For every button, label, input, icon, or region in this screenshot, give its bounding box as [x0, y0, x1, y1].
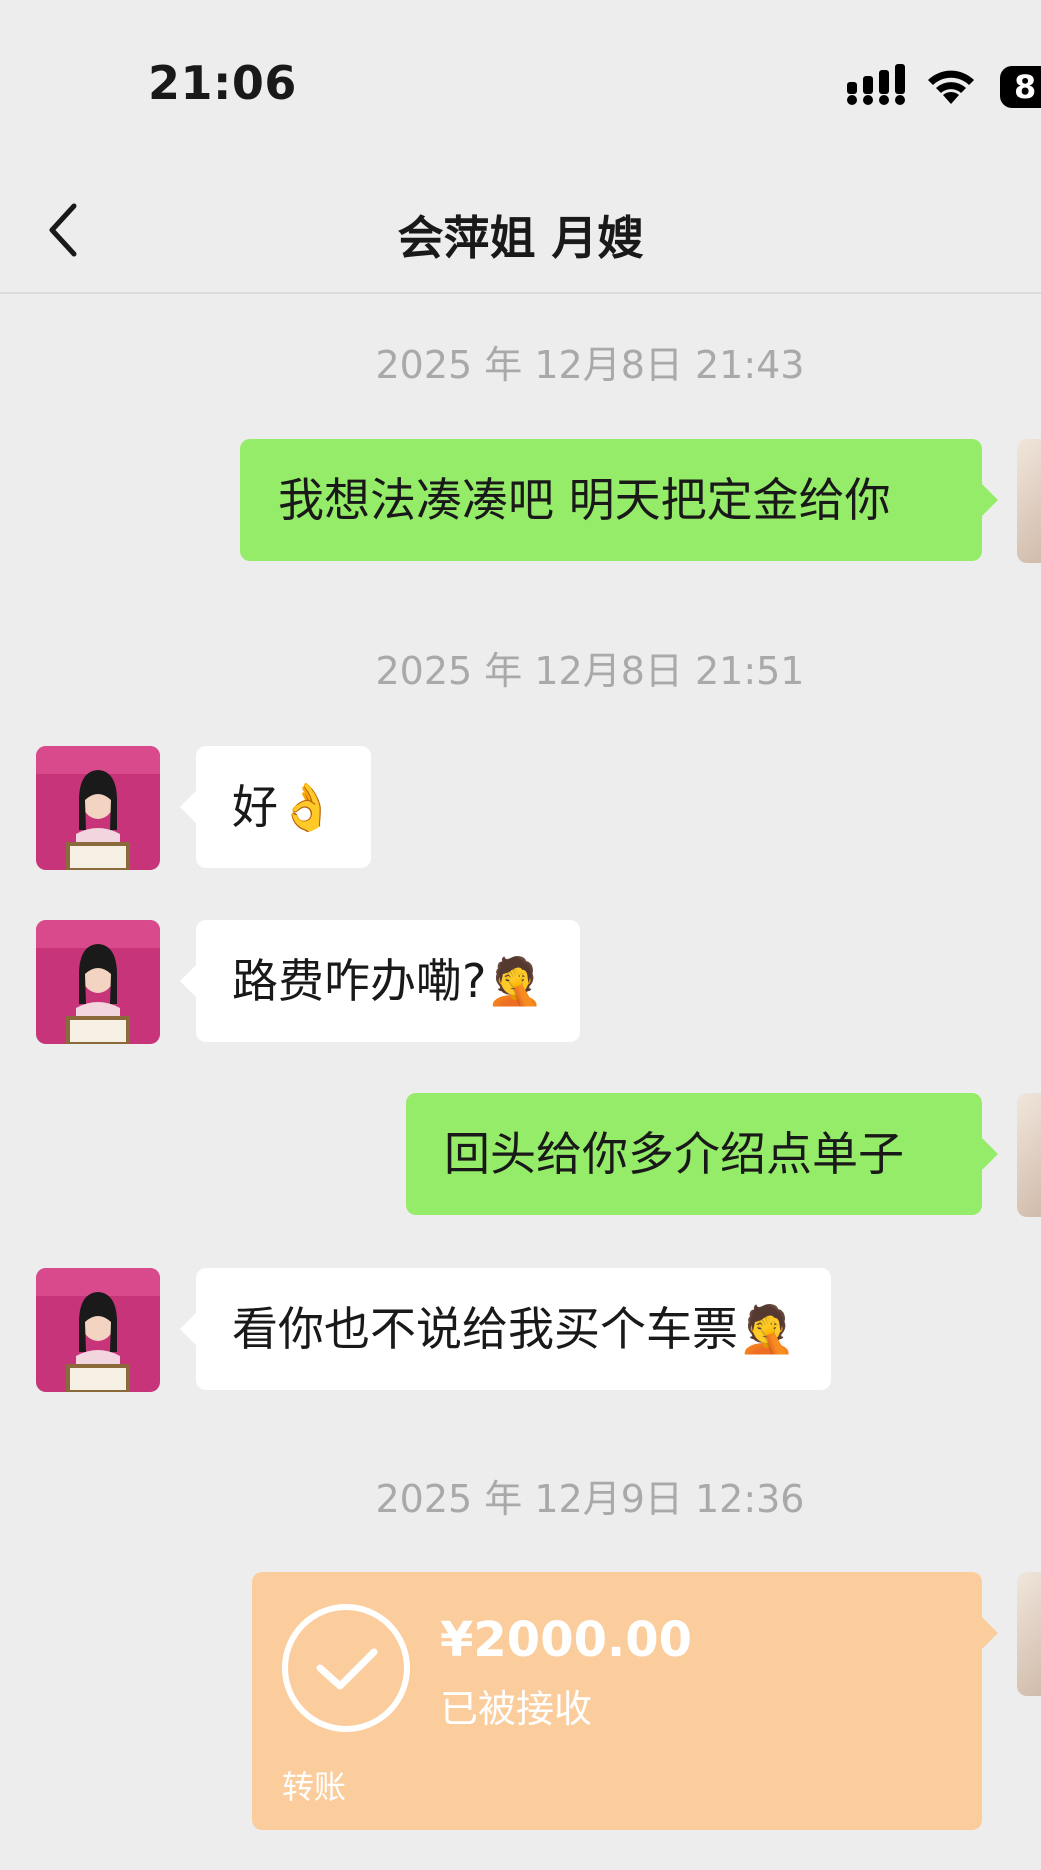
message-bubble-incoming[interactable]: 路费咋办嘞?🤦 [180, 920, 580, 1042]
message-text: 看你也不说给我买个车票🤦 [232, 1302, 796, 1356]
status-time: 21:06 [148, 56, 297, 110]
wifi-icon [926, 66, 976, 110]
check-icon [282, 1604, 410, 1732]
message-bubble-outgoing[interactable]: 我想法凑凑吧 明天把定金给你 [240, 439, 998, 561]
message-text: 回头给你多介绍点单子 [444, 1127, 904, 1181]
message-text: 好👌 [232, 780, 336, 834]
my-avatar[interactable] [1017, 439, 1041, 563]
message-timestamp: 2025 年 12月9日 12:36 [375, 1477, 805, 1521]
message-bubble-incoming[interactable]: 好👌 [180, 746, 372, 868]
my-avatar[interactable] [1017, 1093, 1041, 1217]
message-bubble-outgoing[interactable]: 回头给你多介绍点单子 [406, 1093, 998, 1215]
message-bubble-incoming[interactable]: 看你也不说给我买个车票🤦 [180, 1268, 832, 1390]
nav-bar: 会萍姐 月嫂 [0, 160, 1041, 294]
transfer-label: 转账 [282, 1768, 347, 1806]
contact-avatar[interactable] [36, 746, 160, 870]
contact-avatar[interactable] [36, 1268, 160, 1392]
message-timestamp: 2025 年 12月8日 21:43 [375, 343, 805, 387]
transfer-amount: ¥2000.00 [440, 1612, 693, 1668]
battery-icon: 8 [1000, 66, 1041, 108]
transfer-card[interactable]: ¥2000.00 已被接收 转账 [252, 1572, 998, 1830]
transfer-status: 已被接收 [440, 1687, 593, 1731]
signal-icon [846, 64, 912, 112]
message-timestamp: 2025 年 12月8日 21:51 [375, 649, 805, 693]
chat-title[interactable]: 会萍姐 月嫂 [0, 202, 1041, 268]
message-text: 路费咋办嘞?🤦 [232, 954, 544, 1008]
my-avatar[interactable] [1017, 1572, 1041, 1696]
message-text: 我想法凑凑吧 明天把定金给你 [278, 473, 891, 527]
contact-avatar[interactable] [36, 920, 160, 1044]
